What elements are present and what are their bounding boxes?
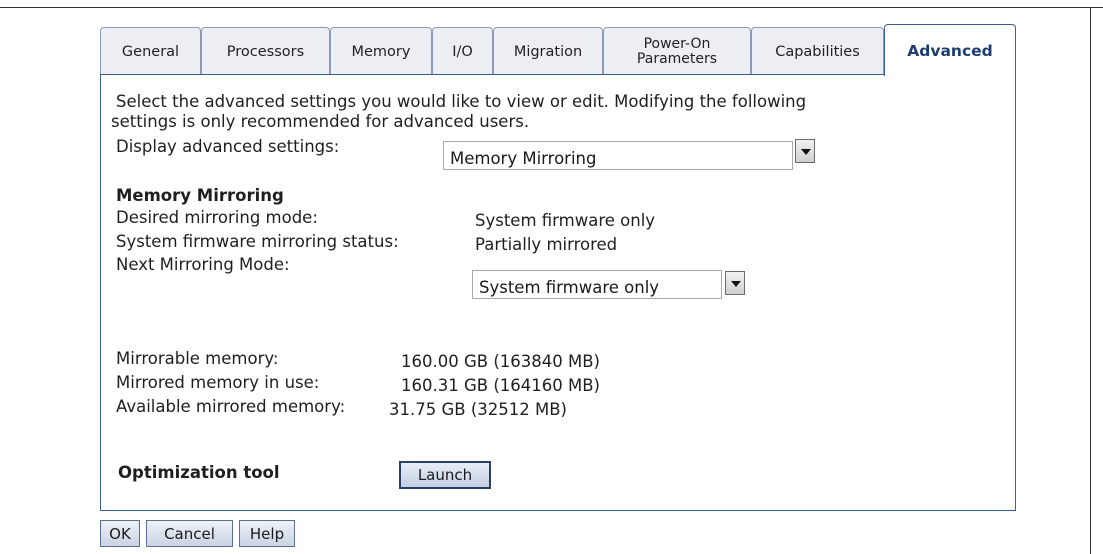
tab-processors[interactable]: Processors [201,27,330,75]
intro-text-line2: settings is only recommended for advance… [111,112,530,131]
tab-io[interactable]: I/O [432,27,493,75]
next-mode-label: Next Mirroring Mode: [116,255,290,274]
tab-general[interactable]: General [100,27,201,75]
tab-power-on-parameters[interactable]: Power-On Parameters [603,27,751,75]
desired-mode-label: Desired mirroring mode: [116,208,318,227]
tab-label: Memory [351,43,411,60]
tab-label: I/O [452,43,473,60]
display-settings-dropdown-icon[interactable] [795,139,815,163]
tab-label: Migration [513,43,583,60]
display-settings-label: Display advanced settings: [116,137,340,156]
tab-label: Advanced [907,41,993,60]
tab-migration[interactable]: Migration [493,27,603,75]
tab-advanced[interactable]: Advanced [884,24,1016,76]
available-mirrored-label: Available mirrored memory: [116,397,346,416]
mirrored-in-use-label: Mirrored memory in use: [116,373,320,392]
tab-label-line1: Power-On [643,35,711,52]
cancel-button[interactable]: Cancel [146,520,233,547]
desired-mode-value: System firmware only [475,211,656,230]
mirroring-status-label: System firmware mirroring status: [116,232,399,251]
display-settings-value: Memory Mirroring [450,149,597,168]
launch-button[interactable]: Launch [399,461,491,489]
frame-top-border [0,7,1103,8]
tab-bar: General Processors Memory I/O Migration … [100,24,1016,76]
next-mode-value: System firmware only [479,278,660,297]
frame-right-border [1090,7,1091,554]
tab-label: Capabilities [775,43,860,60]
tab-label: General [121,43,180,60]
memory-mirroring-heading: Memory Mirroring [116,186,284,205]
advanced-panel: Select the advanced settings you would l… [100,74,1016,511]
ok-button[interactable]: OK [100,520,140,547]
help-button[interactable]: Help [239,520,295,547]
tab-memory[interactable]: Memory [330,27,432,75]
next-mode-select[interactable]: System firmware only [472,270,722,299]
available-mirrored-value: 31.75 GB (32512 MB) [389,400,567,419]
mirrorable-memory-value: 160.00 GB (163840 MB) [401,352,600,371]
next-mode-dropdown-icon[interactable] [725,271,745,295]
optimization-tool-label: Optimization tool [118,463,280,482]
intro-text-line1: Select the advanced settings you would l… [116,92,807,111]
mirrorable-memory-label: Mirrorable memory: [116,349,279,368]
mirroring-status-value: Partially mirrored [475,235,618,254]
tab-label: Processors [226,43,305,60]
display-settings-select[interactable]: Memory Mirroring [443,141,793,170]
tab-capabilities[interactable]: Capabilities [751,27,884,75]
tab-label-line2: Parameters [636,50,718,67]
mirrored-in-use-value: 160.31 GB (164160 MB) [401,376,600,395]
